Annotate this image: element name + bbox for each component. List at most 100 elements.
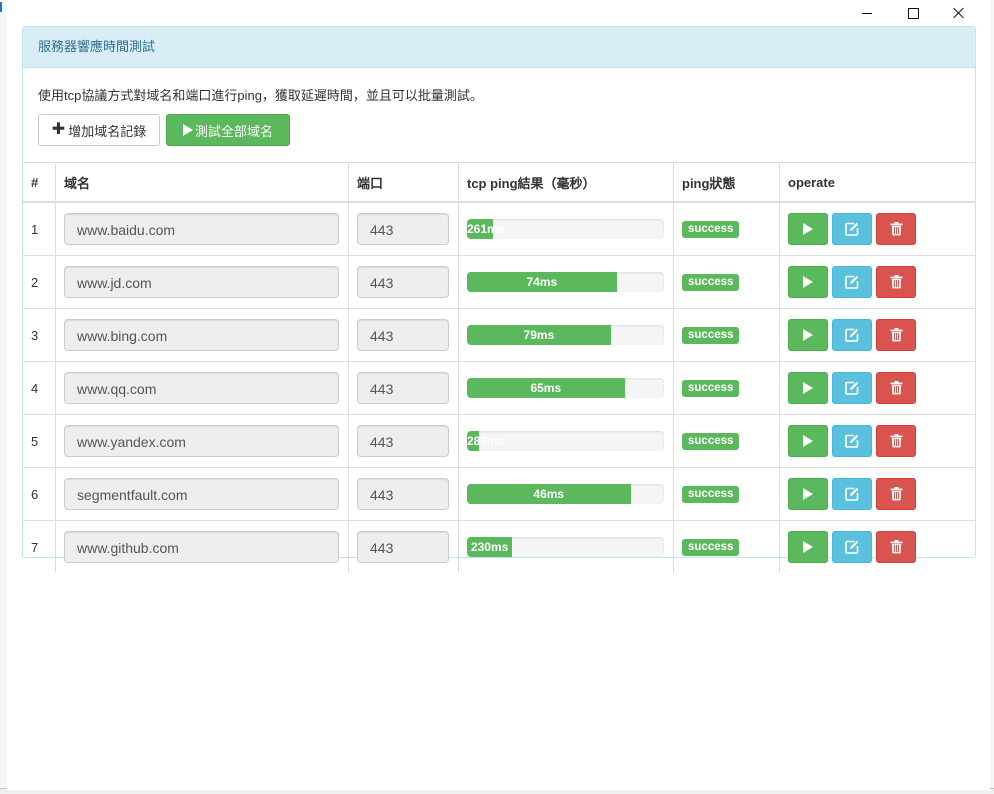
domain-cell: www.jd.com (55, 255, 349, 309)
trash-icon (890, 222, 902, 236)
port-input[interactable]: 443 (357, 531, 449, 563)
result-cell: 46ms (458, 467, 674, 521)
domain-input[interactable]: www.github.com (64, 531, 339, 563)
row-index: 7 (31, 539, 39, 555)
status-badge: success (682, 433, 740, 450)
ping-progress: 288ms (467, 431, 664, 451)
port-cell: 443 (348, 202, 459, 256)
header-operate: operate (779, 162, 975, 203)
status-badge: success (682, 327, 740, 344)
table-row: 1 www.baidu.com 443 261ms success (23, 202, 975, 256)
minimize-button[interactable] (844, 2, 890, 24)
row-actions (788, 478, 974, 510)
row-index: 1 (23, 202, 56, 256)
play-icon (803, 541, 813, 553)
add-domain-label: 增加域名記錄 (68, 123, 147, 139)
row-actions (788, 213, 974, 245)
ping-row-button[interactable] (788, 319, 828, 351)
plus-icon: ✚ (51, 121, 66, 138)
domain-input[interactable]: segmentfault.com (64, 478, 339, 510)
delete-row-button[interactable] (876, 266, 916, 298)
port-input[interactable]: 443 (357, 213, 449, 245)
panel-title: 服務器響應時間測試 (23, 27, 975, 68)
trash-icon (890, 328, 902, 342)
edit-icon (845, 275, 859, 289)
domain-input[interactable]: www.qq.com (64, 372, 339, 404)
delete-row-button[interactable] (876, 425, 916, 457)
close-button[interactable] (936, 2, 982, 24)
delete-row-button[interactable] (876, 213, 916, 245)
ping-row-button[interactable] (788, 266, 828, 298)
ping-progress-bar: 79ms (467, 325, 611, 345)
test-all-button[interactable]: 測試全部域名 (166, 114, 290, 146)
row-actions (788, 266, 974, 298)
port-input[interactable]: 443 (357, 266, 449, 298)
port-cell: 443 (348, 255, 459, 309)
status-badge: success (682, 380, 740, 397)
port-cell: 443 (348, 308, 459, 362)
result-cell: 230ms (458, 520, 674, 573)
edit-icon (845, 381, 859, 395)
ping-row-button[interactable] (788, 478, 828, 510)
play-icon (803, 276, 813, 288)
status-badge: success (682, 221, 740, 238)
row-actions (788, 425, 974, 457)
domain-cell: www.yandex.com (55, 414, 349, 468)
status-badge: success (682, 539, 740, 556)
ping-row-button[interactable] (788, 372, 828, 404)
close-icon (953, 7, 965, 19)
delete-row-button[interactable] (876, 372, 916, 404)
table-row: 3 www.bing.com 443 79ms success (23, 308, 975, 362)
trash-icon (890, 487, 902, 501)
delete-row-button[interactable] (876, 478, 916, 510)
operate-cell (779, 520, 975, 573)
trash-icon (890, 275, 902, 289)
status-cell: success (673, 308, 780, 362)
port-input[interactable]: 443 (357, 319, 449, 351)
port-cell: 443 (348, 520, 459, 573)
background-marker (0, 2, 2, 12)
delete-row-button[interactable] (876, 531, 916, 563)
domain-cell: www.qq.com (55, 361, 349, 415)
ping-progress-bar: 46ms (467, 484, 631, 504)
row-actions (788, 531, 974, 563)
domain-input[interactable]: www.bing.com (64, 319, 339, 351)
header-domain: 域名 (55, 162, 349, 203)
port-cell: 443 (348, 467, 459, 521)
delete-row-button[interactable] (876, 319, 916, 351)
status-badge: success (682, 274, 740, 291)
port-input[interactable]: 443 (357, 372, 449, 404)
ping-progress-bar: 230ms (467, 537, 513, 557)
port-input[interactable]: 443 (357, 478, 449, 510)
edit-icon (845, 434, 859, 448)
window-controls (844, 2, 982, 24)
edit-row-button[interactable] (832, 213, 872, 245)
domain-input[interactable]: www.baidu.com (64, 213, 339, 245)
edit-row-button[interactable] (832, 425, 872, 457)
play-icon (803, 329, 813, 341)
ping-row-button[interactable] (788, 213, 828, 245)
table-row: 5 www.yandex.com 443 288ms success (23, 414, 975, 468)
header-index: # (23, 162, 56, 203)
operate-cell (779, 361, 975, 415)
edit-row-button[interactable] (832, 266, 872, 298)
domain-table: # 域名 端口 tcp ping結果（毫秒） ping狀態 operate 1 … (23, 162, 975, 573)
edit-row-button[interactable] (832, 478, 872, 510)
status-badge: success (682, 486, 740, 503)
maximize-icon (907, 7, 919, 19)
result-cell: 288ms (458, 414, 674, 468)
ping-progress-bar: 261ms (467, 219, 504, 239)
operate-cell (779, 467, 975, 521)
ping-row-button[interactable] (788, 531, 828, 563)
edit-row-button[interactable] (832, 372, 872, 404)
edit-row-button[interactable] (832, 319, 872, 351)
domain-input[interactable]: www.jd.com (64, 266, 339, 298)
maximize-button[interactable] (890, 2, 936, 24)
operate-cell (779, 414, 975, 468)
port-input[interactable]: 443 (357, 425, 449, 457)
add-domain-button[interactable]: ✚ 增加域名記錄 (38, 114, 160, 146)
ping-row-button[interactable] (788, 425, 828, 457)
domain-input[interactable]: www.yandex.com (64, 425, 339, 457)
minimize-icon (862, 12, 872, 14)
edit-row-button[interactable] (832, 531, 872, 563)
